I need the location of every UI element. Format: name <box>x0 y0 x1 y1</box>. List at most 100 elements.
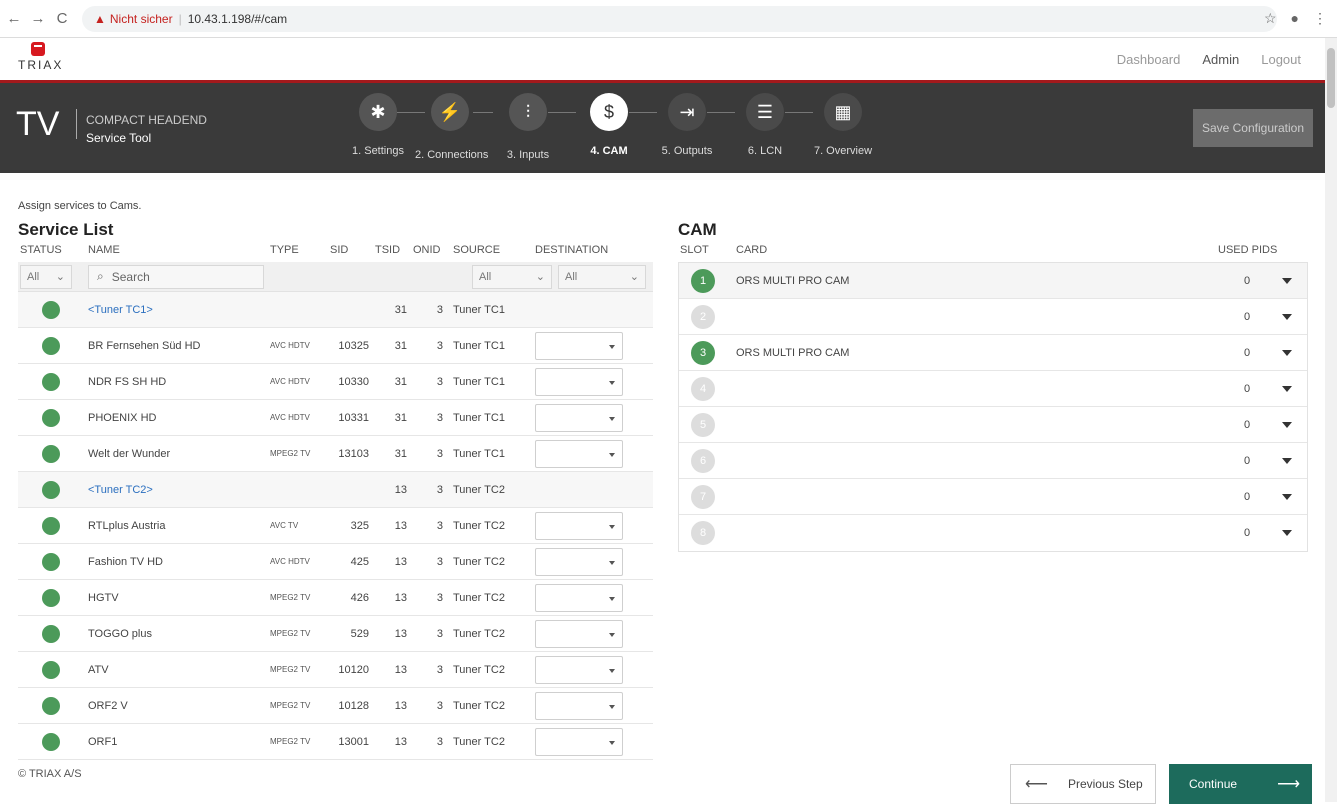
address-bar[interactable]: ▲ Nicht sicher | 10.43.1.198/#/cam <box>82 5 1277 32</box>
status-ok-icon <box>42 696 60 715</box>
destination-select[interactable] <box>535 403 623 432</box>
nav-dashboard[interactable]: Dashboard <box>1117 52 1181 67</box>
col-status[interactable]: STATUS <box>18 244 78 262</box>
service-row[interactable]: PHOENIX HD AVC HDTV 10331 31 3 Tuner TC1 <box>18 400 653 436</box>
destination-select[interactable] <box>535 727 623 756</box>
search-input[interactable]: ⌕ Search <box>88 264 264 289</box>
service-source: Tuner TC1 <box>453 375 505 388</box>
step-cam[interactable]: $ 4. CAM <box>574 93 644 157</box>
nav-logout[interactable]: Logout <box>1261 52 1301 67</box>
status-filter-select[interactable]: All ⌄ <box>20 264 72 289</box>
tuner-group-row[interactable]: <Tuner TC1> 31 3 Tuner TC1 <box>18 292 653 328</box>
star-icon[interactable]: ☆ <box>1264 10 1277 27</box>
status-cell <box>18 372 78 391</box>
cam-table: SLOT CARD USED PIDS 1 ORS MULTI PRO CAM 0 2… <box>678 244 1308 552</box>
continue-button[interactable]: Continue ⟶ <box>1169 764 1312 804</box>
profile-icon[interactable]: ● <box>1291 10 1299 27</box>
status-ok-icon <box>42 588 60 607</box>
service-row[interactable]: HGTV MPEG2 TV 426 13 3 Tuner TC2 <box>18 580 653 616</box>
slot-number-badge: 1 <box>691 268 715 293</box>
service-tsid: 31 <box>394 339 407 352</box>
expand-caret-icon[interactable] <box>1267 385 1307 392</box>
col-type[interactable]: TYPE <box>270 244 330 262</box>
menu-icon[interactable]: ⋮ <box>1313 10 1327 27</box>
step-inputs[interactable]: ⫶ 3. Inputs <box>493 93 563 161</box>
service-sid: 13001 <box>338 735 369 748</box>
step-overview[interactable]: ▦ 7. Overview <box>808 93 878 157</box>
copyright: © TRIAX A/S <box>18 768 82 780</box>
cam-slot-row[interactable]: 20 <box>679 299 1307 335</box>
col-destination[interactable]: DESTINATION <box>535 244 623 262</box>
destination-select[interactable] <box>535 439 623 468</box>
step-connections[interactable]: ⚡ 2. Connections <box>415 93 488 161</box>
expand-caret-icon[interactable] <box>1267 277 1307 284</box>
triax-logo[interactable]: TRIAX <box>18 42 61 72</box>
wizard-header: TV COMPACT HEADEND Service Tool ✱ 1. Set… <box>0 83 1325 173</box>
service-row[interactable]: ORF2 V MPEG2 TV 10128 13 3 Tuner TC2 <box>18 688 653 724</box>
previous-step-button[interactable]: ⟵ Previous Step <box>1010 764 1156 804</box>
cam-card-name: ORS MULTI PRO CAM <box>736 346 850 359</box>
col-source[interactable]: SOURCE <box>449 244 535 262</box>
status-cell <box>18 300 78 319</box>
cam-slot-row[interactable]: 70 <box>679 479 1307 515</box>
service-row[interactable]: Fashion TV HD AVC HDTV 425 13 3 Tuner TC2 <box>18 544 653 580</box>
expand-caret-icon[interactable] <box>1267 349 1307 356</box>
scrollbar-thumb[interactable] <box>1327 48 1335 108</box>
service-row[interactable]: BR Fernsehen Süd HD AVC HDTV 10325 31 3 Tuner… <box>18 328 653 364</box>
tuner-group-row[interactable]: <Tuner TC2> 13 3 Tuner TC2 <box>18 472 653 508</box>
cam-slot-row[interactable]: 80 <box>679 515 1307 551</box>
step-settings[interactable]: ✱ 1. Settings <box>343 93 413 157</box>
cam-slot-row[interactable]: 3 ORS MULTI PRO CAM 0 <box>679 335 1307 371</box>
destination-select[interactable] <box>535 367 623 396</box>
destination-select[interactable] <box>535 583 623 612</box>
col-name[interactable]: NAME <box>78 244 270 262</box>
reload-icon[interactable]: C <box>52 10 72 27</box>
service-row[interactable]: RTLplus Austria AVC TV 325 13 3 Tuner TC2 <box>18 508 653 544</box>
status-ok-icon <box>42 624 60 643</box>
service-name[interactable]: <Tuner TC2> <box>78 484 270 496</box>
destination-filter-select[interactable]: All ⌄ <box>558 264 646 289</box>
status-cell <box>18 732 78 751</box>
destination-select[interactable] <box>535 655 623 684</box>
destination-select[interactable] <box>535 691 623 720</box>
destination-cell <box>535 367 623 396</box>
chevron-down-icon: ⌄ <box>535 271 545 283</box>
expand-caret-icon[interactable] <box>1267 313 1307 320</box>
service-tsid: 13 <box>394 591 407 604</box>
nav-admin[interactable]: Admin <box>1202 52 1239 67</box>
cam-slot-row[interactable]: 60 <box>679 443 1307 479</box>
service-type: AVC HDTV <box>270 413 310 422</box>
col-onid[interactable]: ONID <box>413 244 449 262</box>
service-row[interactable]: NDR FS SH HD AVC HDTV 10330 31 3 Tuner TC1 <box>18 364 653 400</box>
expand-caret-icon[interactable] <box>1267 530 1307 536</box>
destination-select[interactable] <box>535 511 623 540</box>
destination-select[interactable] <box>535 331 623 360</box>
service-onid: 3 <box>436 411 443 424</box>
cam-title: CAM <box>678 220 717 239</box>
service-source: Tuner TC1 <box>453 447 505 460</box>
source-filter-select[interactable]: All ⌄ <box>472 264 552 289</box>
col-sid[interactable]: SID <box>330 244 375 262</box>
expand-caret-icon[interactable] <box>1267 421 1307 428</box>
forward-icon[interactable]: → <box>28 10 48 27</box>
service-row[interactable]: ORF1 MPEG2 TV 13001 13 3 Tuner TC2 <box>18 724 653 760</box>
cam-slot-row[interactable]: 40 <box>679 371 1307 407</box>
service-name[interactable]: <Tuner TC1> <box>78 304 270 316</box>
destination-select[interactable] <box>535 547 623 576</box>
cam-slot-row[interactable]: 1 ORS MULTI PRO CAM 0 <box>679 263 1307 299</box>
service-row[interactable]: ATV MPEG2 TV 10120 13 3 Tuner TC2 <box>18 652 653 688</box>
cam-slot-row[interactable]: 50 <box>679 407 1307 443</box>
service-row[interactable]: Welt der Wunder MPEG2 TV 13103 31 3 Tuner TC1 <box>18 436 653 472</box>
destination-cell <box>535 655 623 684</box>
destination-select[interactable] <box>535 619 623 648</box>
service-tsid: 13 <box>394 627 407 640</box>
back-icon[interactable]: ← <box>4 10 24 27</box>
step-lcn[interactable]: ☰ 6. LCN <box>730 93 800 157</box>
step-outputs[interactable]: ⇥ 5. Outputs <box>652 93 722 157</box>
expand-caret-icon[interactable] <box>1267 493 1307 500</box>
save-configuration-button[interactable]: Save Configuration <box>1193 109 1313 147</box>
col-tsid[interactable]: TSID <box>375 244 413 262</box>
expand-caret-icon[interactable] <box>1267 457 1307 464</box>
page-scrollbar[interactable] <box>1325 38 1337 802</box>
service-row[interactable]: TOGGO plus MPEG2 TV 529 13 3 Tuner TC2 <box>18 616 653 652</box>
